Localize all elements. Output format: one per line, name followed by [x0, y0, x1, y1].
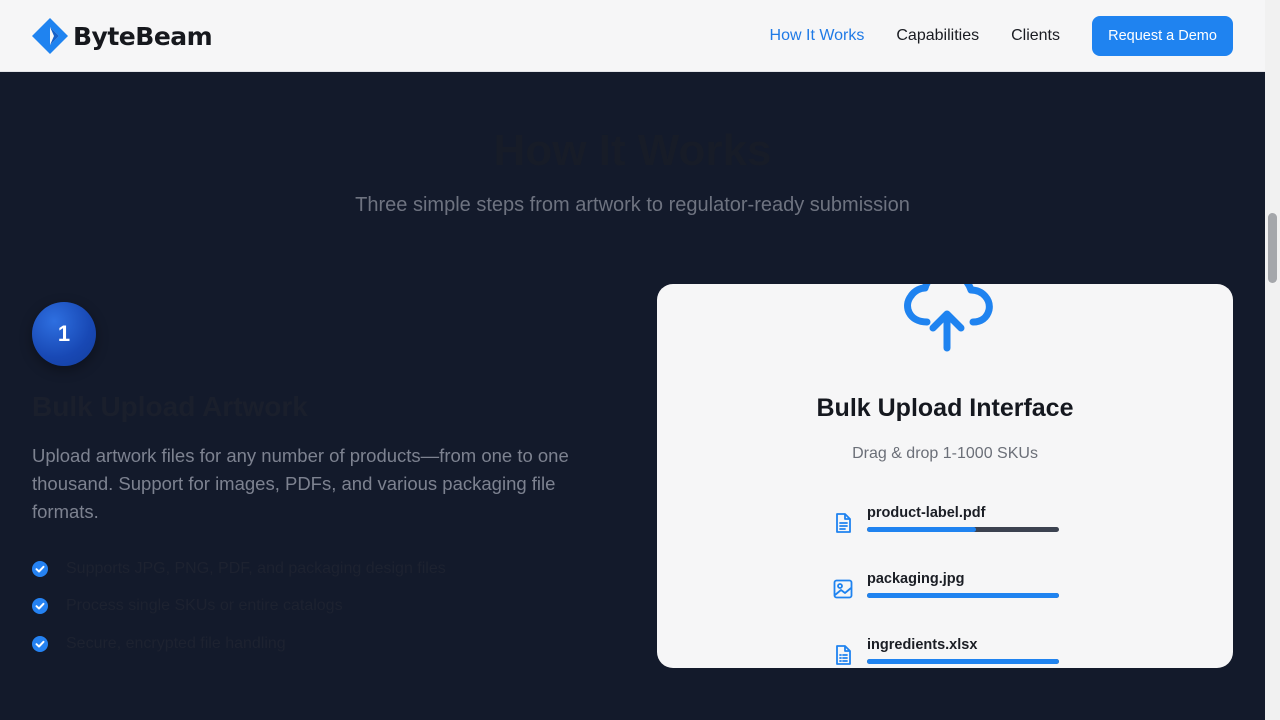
brand-name: ByteBeam: [73, 21, 213, 51]
step-number-badge: 1: [32, 302, 96, 366]
card-subtitle: Drag & drop 1-1000 SKUs: [852, 445, 1038, 462]
brand-logo[interactable]: ByteBeam: [32, 18, 213, 54]
file-name: ingredients.xlsx: [867, 637, 978, 653]
upload-progress-bar: [867, 593, 1059, 598]
feature-text: Supports JPG, PNG, PDF, and packaging de…: [66, 559, 446, 577]
card-title: Bulk Upload Interface: [816, 394, 1074, 422]
cloud-upload-icon: [899, 284, 995, 354]
section-subtitle: Three simple steps from artwork to regul…: [355, 194, 910, 216]
upload-progress-bar: [867, 527, 1059, 532]
step-title: Bulk Upload Artwork: [32, 391, 308, 422]
nav-capabilities[interactable]: Capabilities: [896, 27, 979, 45]
file-item: packaging.jpg: [831, 571, 1071, 611]
feature-text: Secure, encrypted file handling: [66, 634, 286, 652]
file-item: product-label.pdf: [831, 505, 1071, 545]
bulk-upload-card[interactable]: Bulk Upload Interface Drag & drop 1-1000…: [657, 284, 1233, 668]
spreadsheet-icon: [831, 643, 855, 667]
request-demo-button[interactable]: Request a Demo: [1092, 16, 1233, 56]
site-header: ByteBeam How It Works Capabilities Clien…: [0, 0, 1265, 72]
scrollbar-thumb[interactable]: [1268, 213, 1277, 283]
check-circle-icon: [32, 598, 48, 615]
progress-fill: [867, 527, 977, 532]
progress-fill: [867, 593, 1059, 598]
feature-item: Secure, encrypted file handling: [32, 625, 446, 663]
upload-progress-bar: [867, 659, 1059, 664]
image-icon: [831, 577, 855, 601]
page-scrollbar[interactable]: [1265, 0, 1280, 720]
nav-clients[interactable]: Clients: [1011, 27, 1060, 45]
feature-item: Supports JPG, PNG, PDF, and packaging de…: [32, 550, 446, 588]
check-circle-icon: [32, 560, 48, 577]
progress-fill: [867, 659, 1059, 664]
step-description: Upload artwork files for any number of p…: [32, 445, 569, 522]
feature-item: Process single SKUs or entire catalogs: [32, 588, 446, 626]
feature-text: Process single SKUs or entire catalogs: [66, 597, 343, 615]
file-name: product-label.pdf: [867, 505, 986, 521]
document-icon: [831, 511, 855, 535]
logo-icon: [32, 18, 72, 54]
feature-list: Supports JPG, PNG, PDF, and packaging de…: [32, 550, 446, 663]
main-nav: How It Works Capabilities Clients Reques…: [770, 16, 1233, 56]
nav-how-it-works[interactable]: How It Works: [770, 27, 865, 45]
file-name: packaging.jpg: [867, 571, 965, 587]
section-title: How It Works: [493, 126, 772, 175]
check-circle-icon: [32, 635, 48, 652]
file-item: ingredients.xlsx: [831, 637, 1071, 668]
